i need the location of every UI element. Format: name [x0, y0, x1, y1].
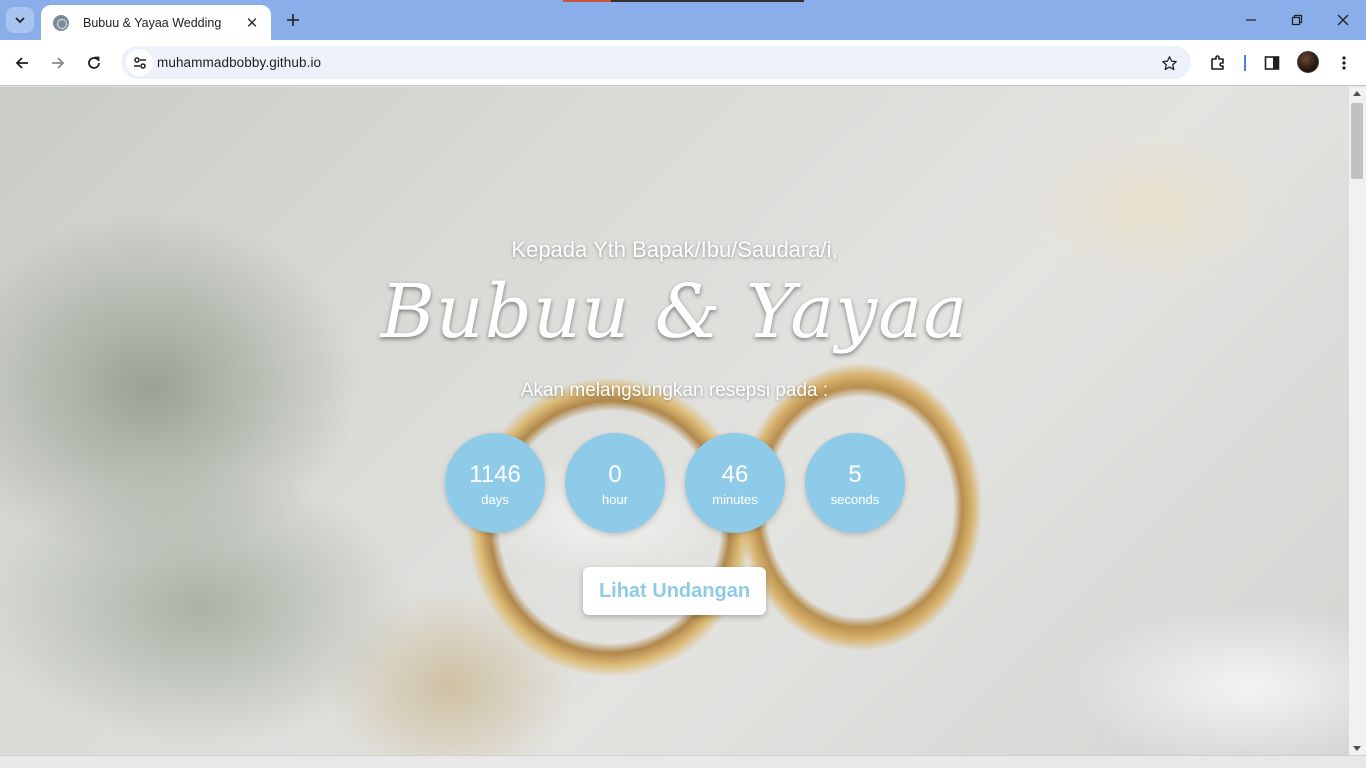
tab-active[interactable]: Bubuu & Yayaa Wedding ✕: [41, 5, 271, 40]
tab-search-button[interactable]: [6, 7, 34, 33]
reception-subtitle: Akan melangsungkan resepsi pada :: [520, 380, 829, 401]
page-viewport: Kepada Yth Bapak/Ibu/Saudara/i, Bubuu & …: [0, 87, 1349, 768]
countdown-timer: 1146 days 0 hour 46 minutes 5 seconds: [445, 433, 905, 533]
menu-button[interactable]: [1330, 49, 1358, 77]
more-vert-icon: [1342, 56, 1346, 70]
close-window-button[interactable]: [1328, 6, 1358, 34]
scroll-down-arrow-icon[interactable]: [1353, 746, 1361, 751]
address-bar[interactable]: muhammadbobby.github.io: [121, 46, 1191, 79]
reload-button[interactable]: [80, 49, 108, 77]
countdown-value: 1146: [469, 461, 521, 488]
back-button[interactable]: [8, 49, 36, 77]
forward-button[interactable]: [44, 49, 72, 77]
countdown-hours: 0 hour: [565, 433, 665, 533]
countdown-label: minutes: [712, 492, 758, 507]
countdown-label: seconds: [830, 492, 880, 507]
tab-title: Bubuu & Yayaa Wedding: [83, 15, 222, 30]
extensions-button[interactable]: [1204, 49, 1232, 77]
side-panel-icon: [1264, 56, 1280, 70]
hero-content: Kepada Yth Bapak/Ibu/Saudara/i, Bubuu & …: [0, 87, 1349, 768]
countdown-label: days: [481, 492, 509, 507]
greeting-text: Kepada Yth Bapak/Ibu/Saudara/i,: [511, 237, 838, 262]
countdown-seconds: 5 seconds: [805, 433, 905, 533]
forward-arrow-icon: [52, 57, 65, 69]
globe-favicon-icon: [53, 14, 69, 31]
reload-icon: [88, 56, 100, 69]
view-invitation-button[interactable]: Lihat Undangan: [583, 567, 766, 615]
tab-strip: Bubuu & Yayaa Wedding ✕: [0, 0, 1366, 40]
media-indicator: [563, 0, 804, 2]
site-info-button[interactable]: [126, 49, 153, 76]
side-panel-button[interactable]: [1258, 49, 1286, 77]
toolbar-separator: [1244, 55, 1246, 71]
back-arrow-icon: [15, 57, 28, 69]
minimize-icon: [1246, 19, 1256, 21]
tab-close-icon[interactable]: ✕: [243, 14, 261, 32]
plus-icon: [287, 14, 299, 26]
countdown-value: 46: [721, 461, 749, 488]
minimize-button[interactable]: [1236, 6, 1266, 34]
countdown-value: 5: [848, 461, 862, 488]
new-tab-button[interactable]: [281, 8, 305, 32]
star-icon: [1161, 55, 1177, 70]
profile-avatar[interactable]: [1297, 51, 1319, 73]
site-info-icon: [133, 56, 146, 69]
countdown-minutes: 46 minutes: [685, 433, 785, 533]
close-window-icon: [1337, 14, 1349, 26]
extensions-icon: [1211, 55, 1224, 70]
bookmark-button[interactable]: [1159, 53, 1179, 73]
countdown-days: 1146 days: [445, 433, 545, 533]
restore-button[interactable]: [1282, 6, 1312, 34]
page-scrollbar[interactable]: [1349, 87, 1366, 755]
scroll-up-arrow-icon[interactable]: [1353, 91, 1361, 96]
horizontal-scrollbar: [0, 755, 1366, 768]
countdown-value: 0: [608, 461, 622, 488]
browser-toolbar: muhammadbobby.github.io: [0, 40, 1366, 86]
url-text[interactable]: muhammadbobby.github.io: [157, 55, 321, 70]
scrollbar-thumb[interactable]: [1351, 103, 1363, 179]
chevron-down-icon: [15, 17, 25, 24]
restore-icon: [1291, 14, 1303, 26]
countdown-label: hour: [601, 492, 629, 507]
couple-names: Bubuu & Yayaa: [380, 269, 969, 355]
